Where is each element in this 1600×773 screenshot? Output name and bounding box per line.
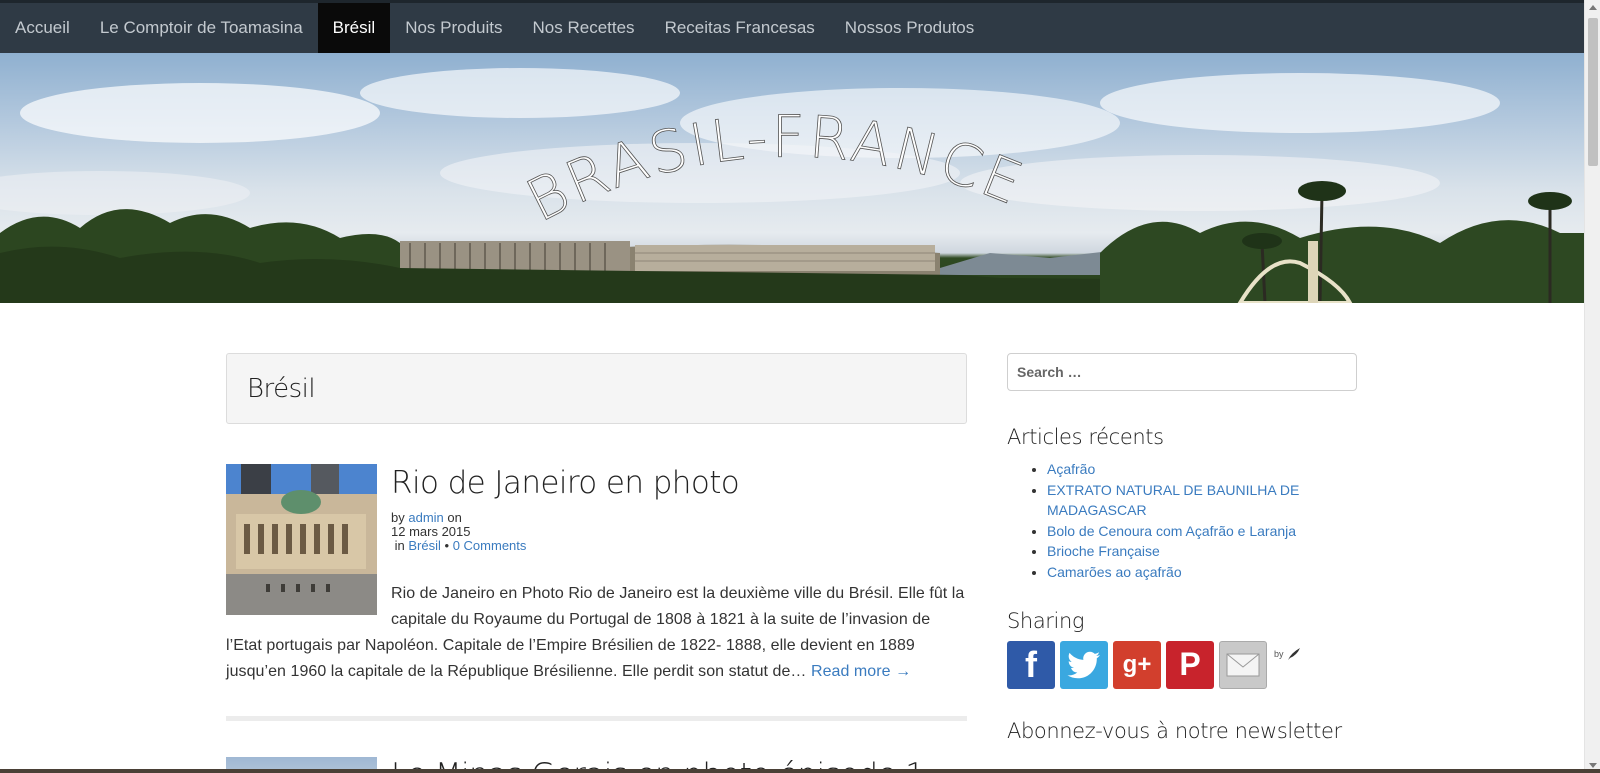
twitter-icon [1067, 651, 1100, 678]
nav-item-bresil[interactable]: Brésil [317, 3, 391, 53]
nav-item-receitas-francesas[interactable]: Receitas Francesas [650, 3, 830, 53]
post-article: Rio de Janeiro en photo by admin on 12 m… [226, 464, 967, 721]
mail-icon [1226, 653, 1260, 677]
page-scrollbar[interactable] [1584, 0, 1600, 773]
facebook-share-button[interactable]: f [1007, 640, 1055, 689]
post-divider [226, 716, 967, 721]
meta-category-link[interactable]: Brésil [408, 538, 441, 553]
facebook-icon: f [1025, 643, 1037, 685]
top-navigation: Accueil Le Comptoir de Toamasina Brésil … [0, 0, 1584, 53]
meta-by-label: by [391, 510, 405, 525]
share-by-credit[interactable]: by [1274, 647, 1301, 661]
recent-articles-title: Articles récents [1007, 425, 1164, 449]
nav-item-nos-recettes[interactable]: Nos Recettes [518, 3, 650, 53]
list-item: Camarões ao açafrão [1047, 562, 1357, 583]
nav-item-nossos-produtos[interactable]: Nossos Produtos [830, 3, 989, 53]
meta-author-link[interactable]: admin [408, 510, 443, 525]
newsletter-title: Abonnez-vous à notre newsletter [1007, 718, 1342, 743]
twitter-share-button[interactable] [1060, 640, 1108, 689]
google-plus-share-button[interactable]: g+ [1113, 640, 1161, 689]
scroll-down-icon[interactable] [1589, 763, 1597, 768]
main-content: Brésil Rio de Janeiro en photo by admin … [226, 353, 967, 773]
nav-item-accueil[interactable]: Accueil [0, 3, 85, 53]
category-header: Brésil [226, 353, 967, 424]
recent-article-link[interactable]: EXTRATO NATURAL DE BAUNILHA DE MADAGASCA… [1047, 482, 1299, 519]
meta-on-label: on [447, 510, 462, 525]
recent-article-link[interactable]: Açafrão [1047, 461, 1095, 477]
pinterest-icon: P [1179, 646, 1201, 683]
post-thumbnail[interactable] [226, 464, 377, 615]
pinterest-share-button[interactable]: P [1166, 640, 1214, 689]
nav-item-nos-produits[interactable]: Nos Produits [390, 3, 517, 53]
meta-separator: • [444, 538, 450, 553]
email-share-button[interactable] [1219, 640, 1267, 689]
list-item: Açafrão [1047, 459, 1357, 480]
meta-comments-link[interactable]: 0 Comments [453, 538, 527, 553]
taskbar-strip [0, 769, 1600, 773]
nav-item-comptoir-toamasina[interactable]: Le Comptoir de Toamasina [85, 3, 318, 53]
header-banner[interactable]: BRASIL-FRANCE [0, 53, 1584, 303]
google-plus-icon: g+ [1122, 650, 1152, 678]
recent-article-link[interactable]: Brioche Française [1047, 543, 1160, 559]
banner-landscape-image: BRASIL-FRANCE [0, 68, 1584, 303]
list-item: EXTRATO NATURAL DE BAUNILHA DE MADAGASCA… [1047, 480, 1357, 521]
sidebar: Articles récents Açafrão EXTRATO NATURAL… [1007, 353, 1357, 743]
list-item: Brioche Française [1047, 541, 1357, 562]
sharing-title: Sharing [1007, 608, 1085, 633]
share-buttons: f g+ P by [1007, 640, 1357, 689]
recent-article-link[interactable]: Bolo de Cenoura com Açafrão e Laranja [1047, 523, 1296, 539]
scroll-up-icon[interactable] [1589, 5, 1597, 10]
recent-articles-list: Açafrão EXTRATO NATURAL DE BAUNILHA DE M… [1007, 459, 1357, 583]
list-item: Bolo de Cenoura com Açafrão e Laranja [1047, 521, 1357, 542]
category-title: Brésil [247, 373, 316, 404]
share-by-label: by [1274, 648, 1284, 659]
feather-icon [1287, 647, 1300, 660]
scrollbar-thumb[interactable] [1588, 18, 1598, 166]
read-more-link[interactable]: Read more → [811, 663, 911, 680]
meta-in-label: in [394, 538, 405, 553]
recent-article-link[interactable]: Camarões ao açafrão [1047, 564, 1182, 580]
search-input[interactable] [1007, 353, 1357, 391]
